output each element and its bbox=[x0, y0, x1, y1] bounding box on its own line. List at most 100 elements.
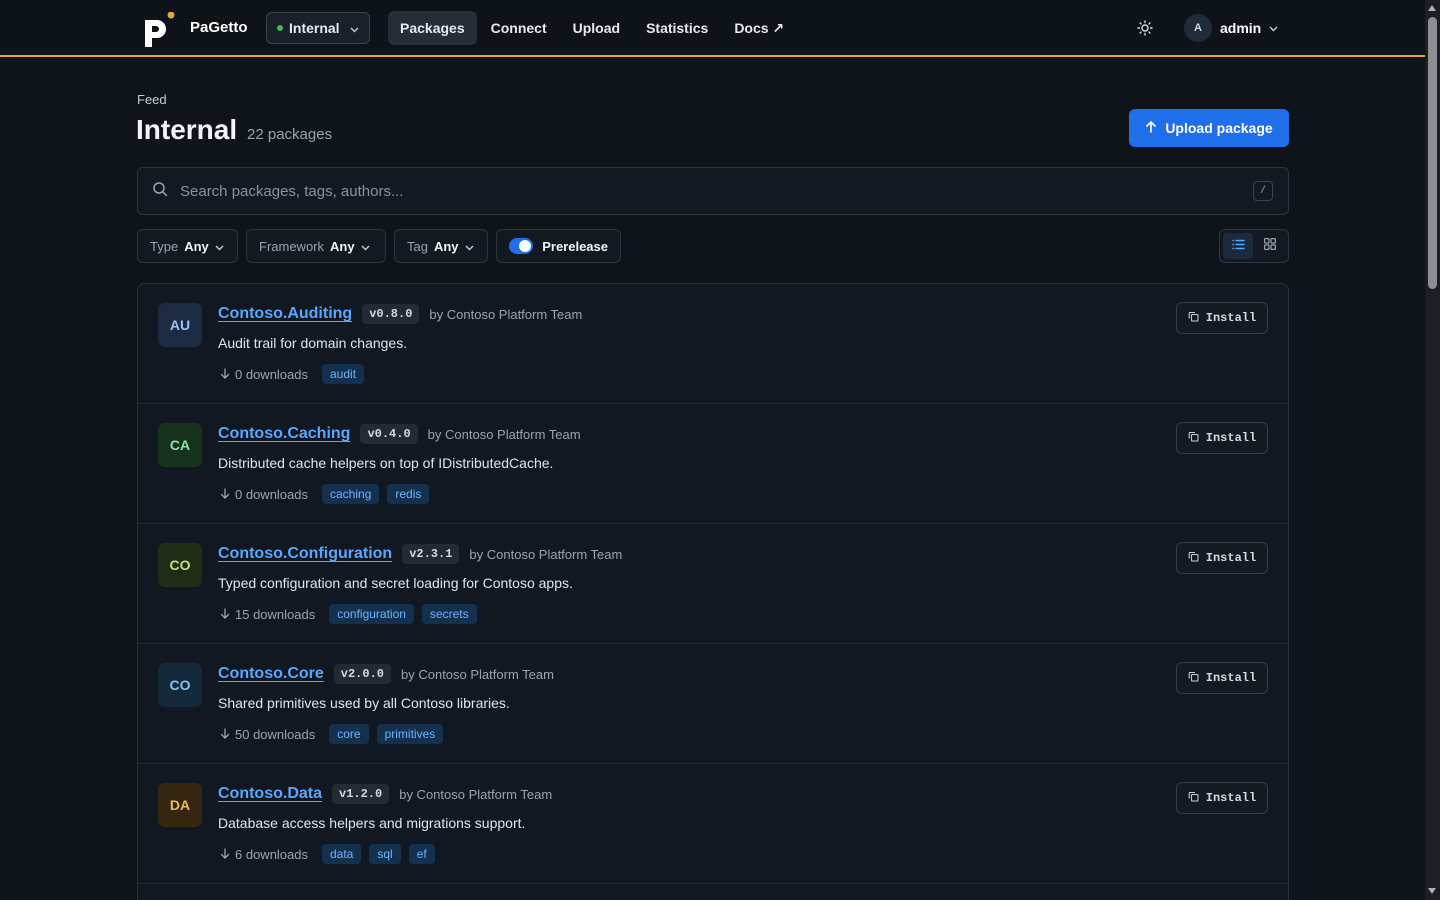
arrow-up-icon bbox=[1145, 120, 1157, 136]
tag-chip[interactable]: data bbox=[322, 844, 362, 864]
pagetto-logo-icon[interactable] bbox=[142, 11, 176, 48]
user-menu[interactable]: A admin bbox=[1184, 13, 1278, 43]
tag-chip[interactable]: secrets bbox=[421, 604, 477, 624]
scroll-up-arrow-icon[interactable] bbox=[1428, 5, 1436, 11]
tag-chip[interactable]: primitives bbox=[376, 724, 444, 744]
copy-icon bbox=[1188, 431, 1199, 446]
upload-package-label: Upload package bbox=[1165, 120, 1273, 136]
upload-package-button[interactable]: Upload package bbox=[1129, 109, 1289, 147]
install-label: Install bbox=[1205, 311, 1257, 325]
install-button[interactable]: Install bbox=[1176, 662, 1268, 694]
toggle-switch[interactable] bbox=[509, 238, 534, 254]
package-row[interactable]: AU Contoso.Auditing v0.8.0 by Contoso Pl… bbox=[138, 284, 1288, 404]
install-button[interactable]: Install bbox=[1176, 302, 1268, 334]
version-badge: v0.8.0 bbox=[362, 304, 420, 324]
download-count: 6 downloads bbox=[220, 847, 308, 862]
package-avatar: AU bbox=[158, 303, 202, 347]
package-row[interactable]: CA Contoso.Caching v0.4.0 by Contoso Pla… bbox=[138, 404, 1288, 524]
package-description: Distributed cache helpers on top of IDis… bbox=[218, 455, 554, 471]
version-badge: v2.0.0 bbox=[333, 664, 391, 684]
package-row[interactable]: CO Contoso.Core v2.0.0 by Contoso Platfo… bbox=[138, 644, 1288, 764]
install-button[interactable]: Install bbox=[1176, 782, 1268, 814]
tag-chip[interactable]: core bbox=[329, 724, 369, 744]
download-count: 0 downloads bbox=[220, 487, 308, 502]
download-count: 0 downloads bbox=[220, 367, 308, 382]
main-nav: Packages Connect Upload Statistics Docs … bbox=[388, 11, 798, 45]
tag-chip[interactable]: configuration bbox=[329, 604, 414, 624]
tag-chip[interactable]: sql bbox=[369, 844, 401, 864]
package-name-link[interactable]: Contoso.Caching bbox=[218, 425, 350, 443]
page-title: Internal bbox=[136, 114, 238, 145]
keyboard-shortcut-hint: / bbox=[1253, 181, 1273, 201]
download-count: 15 downloads bbox=[220, 607, 315, 622]
prerelease-label: Prerelease bbox=[542, 238, 608, 254]
package-row[interactable]: DA Contoso.Data v1.2.0 by Contoso Platfo… bbox=[138, 764, 1288, 884]
filter-type[interactable]: Type Any bbox=[137, 229, 238, 263]
package-avatar: CO bbox=[158, 663, 202, 707]
search-bar: / bbox=[137, 167, 1289, 215]
filter-framework[interactable]: Framework Any bbox=[246, 229, 386, 263]
prerelease-toggle[interactable]: Prerelease bbox=[496, 229, 621, 263]
list-view-button[interactable] bbox=[1223, 233, 1253, 259]
arrow-down-icon bbox=[220, 607, 230, 622]
copy-icon bbox=[1188, 791, 1199, 806]
scroll-down-arrow-icon[interactable] bbox=[1428, 888, 1436, 894]
install-label: Install bbox=[1205, 431, 1257, 445]
download-count: 50 downloads bbox=[220, 727, 315, 742]
tag-chip[interactable]: caching bbox=[322, 484, 380, 504]
arrow-down-icon bbox=[220, 847, 230, 862]
nav-upload[interactable]: Upload bbox=[561, 11, 632, 45]
package-name-link[interactable]: Contoso.Data bbox=[218, 785, 322, 803]
theme-toggle-sun-icon[interactable] bbox=[1134, 17, 1156, 39]
package-name-link[interactable]: Contoso.Configuration bbox=[218, 545, 392, 563]
install-button[interactable]: Install bbox=[1176, 542, 1268, 574]
package-name-link[interactable]: Contoso.Auditing bbox=[218, 305, 352, 323]
tag-chip[interactable]: redis bbox=[387, 484, 430, 504]
grid-icon bbox=[1264, 237, 1277, 255]
filter-type-label: Type bbox=[150, 238, 179, 254]
package-description: Typed configuration and secret loading f… bbox=[218, 575, 573, 591]
package-author: by Contoso Platform Team bbox=[427, 426, 581, 442]
view-mode-switch bbox=[1219, 229, 1289, 263]
package-author: by Contoso Platform Team bbox=[399, 786, 553, 802]
package-name-link[interactable]: Contoso.Core bbox=[218, 665, 324, 683]
install-label: Install bbox=[1205, 671, 1257, 685]
chevron-down-icon bbox=[465, 239, 474, 254]
version-badge: v2.3.1 bbox=[402, 544, 460, 564]
nav-packages[interactable]: Packages bbox=[388, 11, 477, 45]
scrollbar-thumb[interactable] bbox=[1428, 17, 1437, 289]
page-scrollbar[interactable] bbox=[1425, 0, 1440, 900]
chevron-down-icon bbox=[215, 239, 224, 254]
download-count-text: 0 downloads bbox=[235, 486, 308, 502]
nav-docs[interactable]: Docs ↗ bbox=[722, 11, 796, 45]
grid-view-button[interactable] bbox=[1255, 233, 1285, 259]
tag-chip[interactable]: ef bbox=[408, 844, 435, 864]
top-navigation-bar: PaGetto Internal Packages Connect Upload… bbox=[0, 0, 1425, 57]
package-row[interactable]: CO Contoso.Configuration v2.3.1 by Conto… bbox=[138, 524, 1288, 644]
filter-type-value: Any bbox=[184, 238, 209, 254]
avatar: A bbox=[1184, 14, 1212, 42]
install-button[interactable]: Install bbox=[1176, 422, 1268, 454]
nav-statistics[interactable]: Statistics bbox=[634, 11, 720, 45]
feed-selector-label: Internal bbox=[289, 20, 340, 36]
package-list: AU Contoso.Auditing v0.8.0 by Contoso Pl… bbox=[137, 283, 1289, 900]
copy-icon bbox=[1188, 311, 1199, 326]
feed-selector[interactable]: Internal bbox=[266, 12, 370, 44]
arrow-down-icon bbox=[220, 727, 230, 742]
search-input[interactable] bbox=[180, 182, 1180, 200]
copy-icon bbox=[1188, 551, 1199, 566]
package-description: Shared primitives used by all Contoso li… bbox=[218, 695, 510, 711]
filter-tag[interactable]: Tag Any bbox=[394, 229, 488, 263]
list-icon bbox=[1231, 237, 1245, 255]
package-author: by Contoso Platform Team bbox=[429, 306, 583, 322]
arrow-down-icon bbox=[220, 367, 230, 382]
package-description: Database access helpers and migrations s… bbox=[218, 815, 526, 831]
package-avatar: CA bbox=[158, 423, 202, 467]
install-label: Install bbox=[1205, 791, 1257, 805]
package-author: by Contoso Platform Team bbox=[469, 546, 623, 562]
download-count-text: 50 downloads bbox=[235, 726, 316, 742]
nav-connect[interactable]: Connect bbox=[479, 11, 559, 45]
package-avatar: DA bbox=[158, 783, 202, 827]
brand-name[interactable]: PaGetto bbox=[190, 19, 248, 36]
tag-chip[interactable]: audit bbox=[322, 364, 365, 384]
